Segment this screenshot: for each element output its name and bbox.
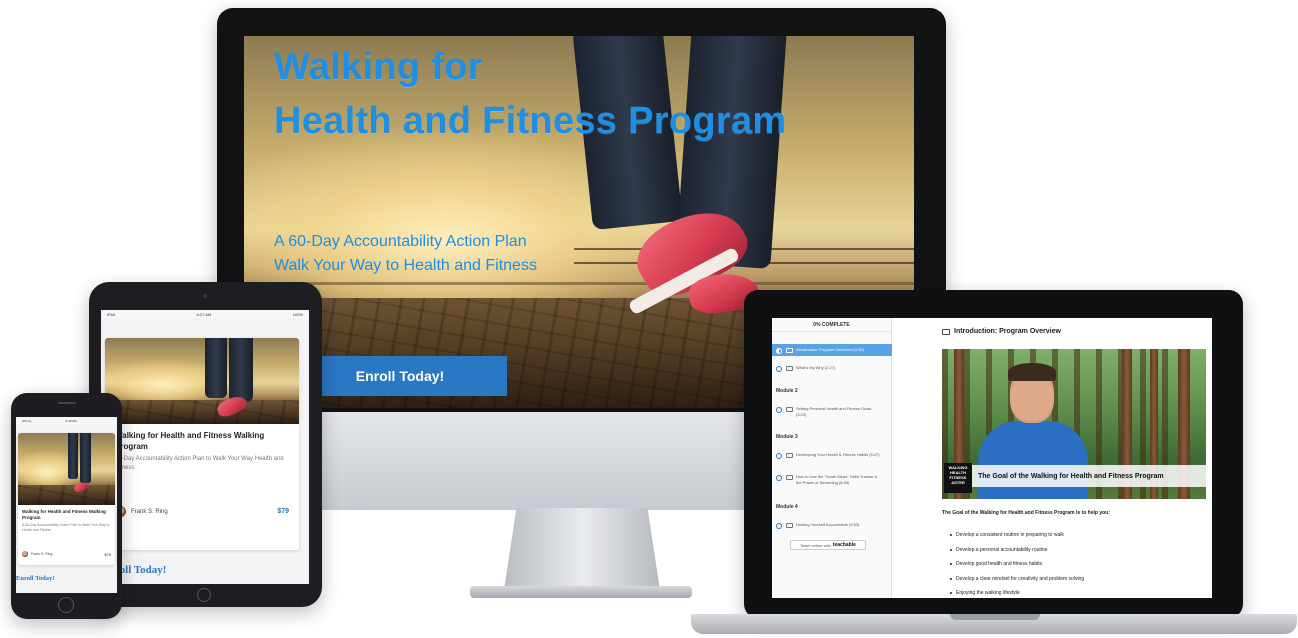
video-caption: The Goal of the Walking for Health and F… — [972, 465, 1206, 487]
course-price: $79 — [277, 508, 289, 515]
completion-dot-icon — [776, 453, 782, 459]
phone-course-card-image — [18, 433, 115, 505]
enroll-link[interactable]: roll Today! — [115, 564, 166, 576]
imac-stand — [504, 508, 660, 590]
video-icon — [786, 348, 793, 353]
lecture-content: Introduction: Program Overview The Goal … — [892, 318, 1212, 598]
lecture-title: Holding Yourself Accountable (9:53) — [796, 522, 860, 527]
tablet-screen: iPad 6:27 AM 100% Walking for Health and… — [101, 310, 309, 584]
lecture-item-5[interactable]: How to Use the "Small Steps" Habit Track… — [772, 472, 892, 498]
phone-status-bar: iPhone 6:48 AM — [16, 417, 117, 424]
lecture-heading: Introduction: Program Overview — [942, 328, 1061, 335]
phone-author-name: Frank S. Ring — [31, 552, 53, 556]
teach-label: Teach online with — [800, 542, 831, 548]
phone-course-author: Frank S. Ring — [22, 551, 52, 557]
laptop-notch — [950, 614, 1040, 620]
module-heading-4: Module 4 — [776, 504, 798, 510]
video-icon — [942, 328, 950, 335]
battery-label: 100% — [292, 312, 303, 317]
bullet-item: Develop a clear mindset for creativity a… — [950, 572, 1084, 587]
video-icon — [786, 475, 793, 480]
phone-author-avatar — [22, 551, 28, 557]
phone-course-card[interactable]: Walking for Health and Fitness Walking P… — [18, 433, 115, 565]
video-icon — [786, 366, 793, 371]
completion-dot-icon — [776, 366, 782, 372]
phone-screen: iPhone 6:48 AM Walking for Health and Fi… — [16, 417, 117, 593]
teachable-logo: teachable — [832, 542, 856, 548]
lecture-item-3[interactable]: Setting Personal Health and Fitness Goal… — [772, 404, 892, 424]
course-card-subtitle: 60-Day Accountability Action Plan to Wal… — [115, 456, 284, 471]
course-progress: 0% COMPLETE — [772, 318, 891, 332]
video-icon — [786, 523, 793, 528]
video-icon — [786, 407, 793, 412]
clock: 6:27 AM — [196, 312, 212, 317]
module-heading-2: Module 2 — [776, 388, 798, 394]
carrier-label: iPad — [107, 312, 116, 317]
course-card-image — [105, 338, 299, 424]
completion-dot-icon — [776, 407, 782, 413]
completion-dot-icon — [776, 523, 782, 529]
phone-clock: 6:48 AM — [65, 418, 77, 423]
horizon-line — [244, 282, 914, 285]
course-author: Frank S. Ring — [115, 506, 168, 517]
lecture-intro-text: The Goal of the Walking for Health and F… — [942, 510, 1110, 516]
video-player[interactable]: The Goal of the Walking for Health and F… — [942, 349, 1206, 499]
bullet-item: Enjoying the walking lifestyle — [950, 586, 1084, 598]
phone-course-card-title: Walking for Health and Fitness Walking P… — [22, 509, 106, 520]
lecture-item-6[interactable]: Holding Yourself Accountable (9:53) — [772, 520, 892, 532]
lecture-title: Introduction: Program Overview (4:30) — [796, 347, 864, 352]
tablet-status-bar: iPad 6:27 AM 100% — [101, 310, 309, 319]
module-heading-3: Module 3 — [776, 434, 798, 440]
lecture-item-2[interactable]: What's My Why (2:27) — [772, 362, 892, 374]
video-logo-badge: WALKING HEALTH FITNESS ASTER — [944, 463, 972, 493]
tablet-home-button[interactable] — [197, 588, 211, 602]
bullet-item: Develop a consistent routine in preparin… — [950, 528, 1084, 543]
video-icon — [786, 453, 793, 458]
bullet-item: Develop a personal accountability routin… — [950, 543, 1084, 558]
phone-course-price: $79 — [104, 552, 111, 557]
lecture-item-4[interactable]: Developing Your Health & Fitness Habits … — [772, 450, 892, 470]
laptop-screen: 0% COMPLETE Introduction: Program Overvi… — [772, 318, 1212, 598]
phone-home-button[interactable] — [58, 597, 74, 613]
presenter — [978, 421, 1088, 499]
author-name: Frank S. Ring — [131, 508, 168, 515]
lecture-title: How to Use the "Small Steps" Habit Track… — [796, 474, 878, 485]
bullet-item: Develop good health and fitness habits — [950, 557, 1084, 572]
lecture-title: What's My Why (2:27) — [796, 365, 836, 370]
hero-subtitle-line2: Walk Your Way to Health and Fitness — [274, 257, 537, 274]
hero-subtitle-line1: A 60-Day Accountability Action Plan — [274, 233, 527, 250]
curriculum-sidebar: 0% COMPLETE Introduction: Program Overvi… — [772, 318, 892, 598]
enroll-button[interactable]: Enroll Today! — [317, 356, 507, 396]
completion-dot-icon — [776, 475, 782, 481]
lecture-title: Developing Your Health & Fitness Habits … — [796, 452, 880, 457]
presenter-hair — [1008, 363, 1056, 381]
hero-title-line2: Health and Fitness Program — [274, 100, 787, 142]
lecture-bullet-list: Develop a consistent routine in preparin… — [950, 528, 1084, 598]
phone-enroll-link[interactable]: Enroll Today! — [16, 575, 54, 582]
course-card[interactable]: Walking for Health and Fitness Walking P… — [105, 338, 299, 550]
lecture-heading-text: Introduction: Program Overview — [954, 328, 1061, 335]
hero-title-line1: Walking for — [274, 46, 483, 88]
completion-dot-icon — [776, 348, 782, 354]
lecture-title: Setting Personal Health and Fitness Goal… — [796, 406, 872, 417]
lecture-item-1[interactable]: Introduction: Program Overview (4:30) — [772, 344, 892, 356]
tablet-camera — [203, 294, 207, 298]
imac-foot — [470, 586, 692, 598]
phone-carrier-label: iPhone — [22, 418, 32, 423]
course-card-title: Walking for Health and Fitness Walking P… — [115, 431, 265, 451]
teachable-badge[interactable]: Teach online with teachable — [790, 540, 866, 550]
phone-speaker — [58, 402, 76, 404]
phone-course-card-subtitle: A 60-Day Accountability Action Plan to W… — [22, 523, 110, 532]
